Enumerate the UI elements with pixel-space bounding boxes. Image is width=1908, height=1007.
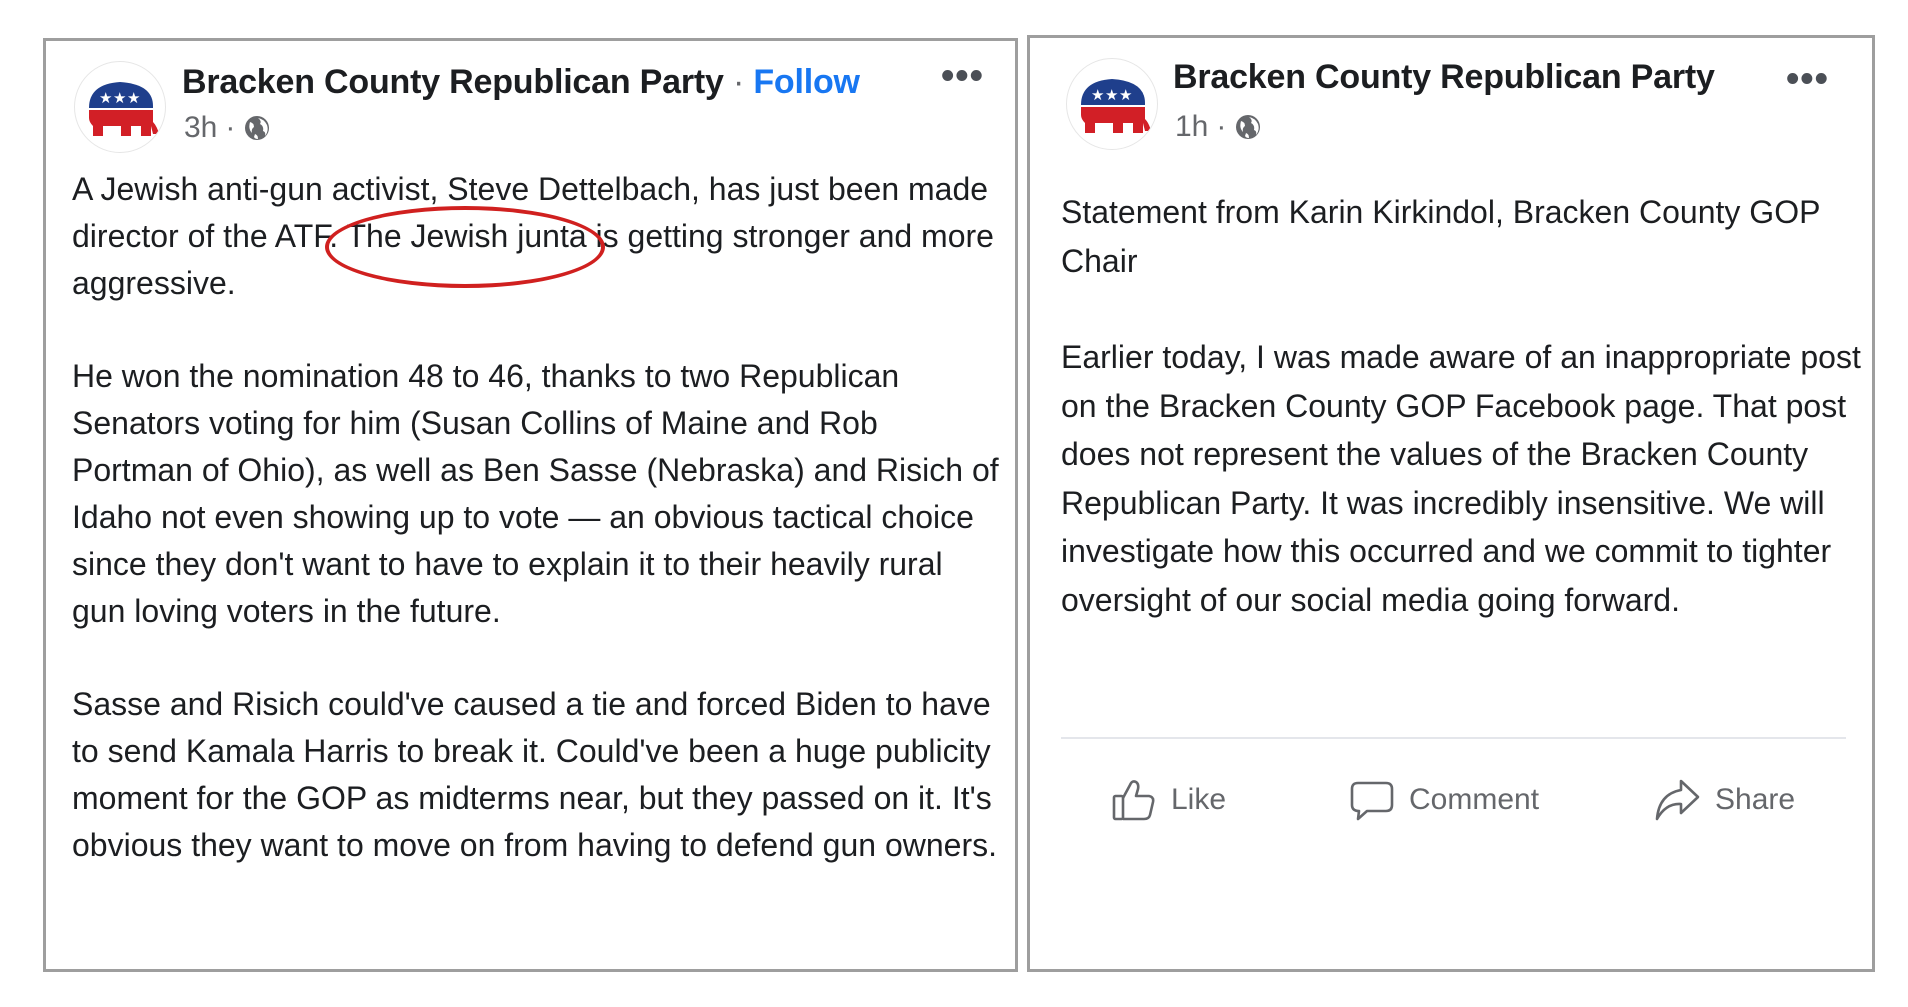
post-paragraph: Sasse and Risich could've caused a tie a… — [72, 686, 997, 863]
header-separator: · — [723, 63, 754, 101]
gop-elephant-logo: ★ ★ ★ — [1081, 79, 1151, 133]
share-arrow-icon — [1655, 779, 1700, 821]
post-paragraph: He won the nomination 48 to 46, thanks t… — [72, 358, 999, 629]
share-button[interactable]: Share — [1653, 765, 1795, 835]
post-paragraph: Statement from Karin Kirkindol, Bracken … — [1061, 194, 1820, 279]
svg-text:★: ★ — [127, 89, 140, 107]
comment-label: Comment — [1409, 783, 1540, 816]
globe-icon — [1236, 115, 1261, 139]
post-card-statement: ★ ★ ★ Bracken County Republican Party 1h… — [1027, 35, 1875, 972]
svg-text:★: ★ — [1091, 86, 1104, 104]
share-label: Share — [1715, 783, 1796, 816]
page-name-link[interactable]: Bracken County Republican Party — [182, 63, 724, 101]
meta-separator: · — [1216, 110, 1227, 143]
more-options-icon[interactable]: ••• — [941, 57, 984, 95]
post-actions-bar: Like Comment Share — [1061, 765, 1846, 835]
comment-bubble-icon — [1350, 781, 1394, 821]
page-avatar[interactable]: ★ ★ ★ — [1066, 58, 1158, 150]
post-paragraph: Earlier today, I was made aware of an in… — [1061, 339, 1861, 618]
more-options-icon[interactable]: ••• — [1786, 60, 1829, 98]
page-avatar[interactable]: ★ ★ ★ — [74, 61, 166, 153]
post-meta: 1h · — [1175, 110, 1262, 144]
post-meta: 3h · — [184, 111, 271, 145]
post-text: A Jewish anti-gun activist, Steve Dettel… — [72, 166, 1002, 915]
comment-button[interactable]: Comment — [1349, 765, 1539, 835]
globe-icon — [245, 116, 270, 140]
meta-separator: · — [225, 111, 236, 144]
svg-text:★: ★ — [1119, 86, 1132, 104]
like-label: Like — [1171, 783, 1227, 816]
page-name-link[interactable]: Bracken County Republican Party — [1173, 58, 1715, 97]
post-text: Statement from Karin Kirkindol, Bracken … — [1061, 188, 1861, 672]
gop-elephant-logo: ★ ★ ★ — [89, 82, 159, 136]
svg-text:★: ★ — [1105, 86, 1118, 104]
post-timestamp[interactable]: 1h — [1175, 110, 1208, 144]
circled-phrase: The Jewish junta — [324, 206, 605, 288]
post-paragraph: A Jewish anti-gun activist, Steve Dettel… — [72, 166, 1002, 307]
post-timestamp[interactable]: 3h — [184, 111, 217, 145]
thumbs-up-icon — [1112, 780, 1155, 821]
highlighted-text: The Jewish junta — [346, 218, 587, 254]
like-button[interactable]: Like — [1111, 765, 1226, 835]
actions-divider — [1061, 737, 1846, 739]
follow-button[interactable]: Follow — [753, 63, 860, 101]
post-header: Bracken County Republican Party · Follow — [182, 63, 860, 102]
post-card-original: ★ ★ ★ Bracken County Republican Party · … — [43, 38, 1018, 972]
svg-text:★: ★ — [99, 89, 112, 107]
svg-text:★: ★ — [113, 89, 126, 107]
